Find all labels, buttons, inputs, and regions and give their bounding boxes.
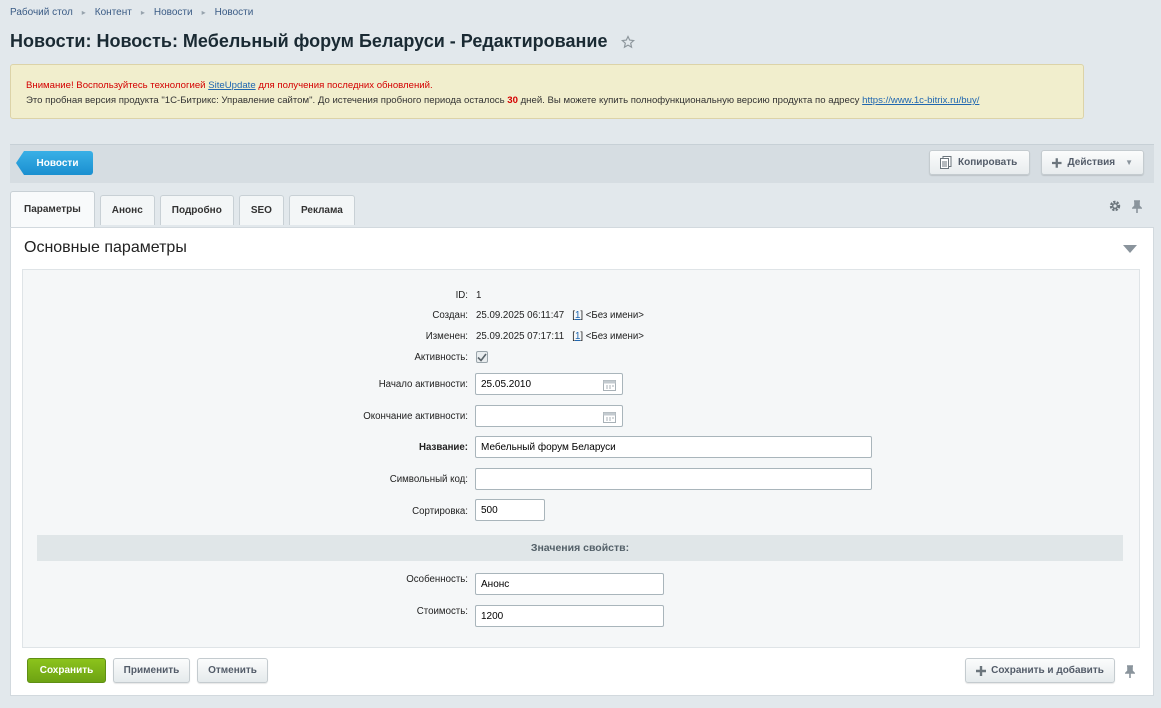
modified-value: 25.09.2025 07:17:11 [1] <Без имени> [476, 331, 644, 342]
tab-seo[interactable]: SEO [238, 195, 284, 225]
properties-header: Значения свойств: [37, 535, 1123, 561]
checkmark-icon [477, 353, 487, 362]
modified-user-name: <Без имени> [585, 331, 644, 342]
notice-trial-info: Это пробная версия продукта "1С-Битрикс:… [26, 93, 1083, 108]
breadcrumb-news-list[interactable]: Новости [215, 7, 254, 18]
feature-label: Особенность: [406, 574, 468, 585]
page-title: Новости: Новость: Мебельный форум Белару… [10, 31, 636, 52]
price-field[interactable]: 1200 [475, 605, 664, 627]
price-value: 1200 [481, 610, 504, 622]
page-title-text: Новости: Новость: Мебельный форум Белару… [10, 31, 608, 51]
name-field[interactable]: Мебельный форум Беларуси [475, 436, 872, 458]
created-date: 25.09.2025 06:11:47 [476, 310, 565, 321]
created-value: 25.09.2025 06:11:47 [1] <Без имени> [476, 310, 644, 321]
star-icon[interactable] [621, 34, 636, 49]
breadcrumb: Рабочий стол ▸ Контент ▸ Новости ▸ Новос… [10, 7, 253, 18]
actions-dropdown-button[interactable]: Действия ▼ [1041, 150, 1144, 175]
active-to-label: Окончание активности: [363, 411, 468, 422]
notice-info-text: Это пробная версия продукта "1С-Битрикс:… [26, 95, 508, 106]
breadcrumb-news-section[interactable]: Новости [154, 7, 193, 18]
breadcrumb-desktop[interactable]: Рабочий стол [10, 7, 73, 18]
copy-button[interactable]: Копировать [929, 150, 1030, 175]
tab-details[interactable]: Подробно [159, 195, 234, 225]
collapse-icon[interactable] [1123, 245, 1137, 253]
name-value: Мебельный форум Беларуси [481, 441, 616, 453]
feature-value: Анонс [481, 578, 510, 590]
price-label: Стоимость: [416, 606, 468, 617]
buy-link[interactable]: https://www.1c-bitrix.ru/buy/ [862, 95, 979, 106]
active-label: Активность: [414, 352, 468, 363]
back-to-news-button[interactable]: Новости [16, 151, 93, 175]
notice-warning: Внимание! Воспользуйтесь технологией Sit… [26, 78, 1083, 93]
breadcrumb-separator-icon: ▸ [81, 8, 86, 17]
section-title: Основные параметры [24, 239, 187, 256]
main-params-block: ID: 1 Создан: 25.09.2025 06:11:47 [1] <Б… [22, 269, 1140, 648]
trial-days: 30 [507, 95, 518, 106]
tab-parameters[interactable]: Параметры [10, 191, 95, 227]
active-checkbox[interactable] [476, 351, 488, 363]
modified-label: Изменен: [425, 331, 468, 342]
name-label: Название: [419, 442, 468, 453]
actions-button-label: Действия [1067, 157, 1116, 168]
notice-warning-text: Внимание! Воспользуйтесь технологией [26, 80, 209, 91]
created-label: Создан: [432, 310, 468, 321]
modified-user-link[interactable]: 1 [575, 331, 580, 342]
tab-ads[interactable]: Реклама [288, 195, 355, 225]
created-user-name: <Без имени> [585, 310, 644, 321]
notice-info-middle: дней. Вы можете купить полнофункциональн… [517, 95, 863, 106]
gear-icon[interactable] [1109, 200, 1121, 212]
cancel-button[interactable]: Отменить [197, 658, 268, 683]
edit-form-panel: Основные параметры ID: 1 Создан: 25.09.2… [10, 227, 1154, 696]
tab-tools [1109, 200, 1142, 213]
chevron-down-icon: ▼ [1125, 158, 1133, 167]
code-label: Символьный код: [389, 474, 468, 485]
copy-icon [940, 156, 952, 169]
created-user-link[interactable]: 1 [575, 310, 580, 321]
plus-icon [1052, 157, 1062, 168]
save-and-add-button[interactable]: Сохранить и добавить [965, 658, 1115, 683]
save-and-add-label: Сохранить и добавить [991, 665, 1104, 676]
active-from-value: 25.05.2010 [481, 378, 532, 390]
tab-announce[interactable]: Анонс [99, 195, 155, 225]
active-from-field[interactable]: 25.05.2010 [475, 373, 623, 395]
pin-icon[interactable] [1132, 200, 1142, 213]
pin-icon[interactable] [1125, 665, 1135, 678]
sort-field[interactable]: 500 [475, 499, 545, 521]
code-field[interactable] [475, 468, 872, 490]
feature-field[interactable]: Анонс [475, 573, 664, 595]
siteupdate-link[interactable]: SiteUpdate [208, 80, 255, 91]
tab-bar: Параметры Анонс Подробно SEO Реклама [10, 191, 360, 227]
sort-label: Сортировка: [412, 506, 468, 517]
save-button[interactable]: Сохранить [27, 658, 106, 683]
breadcrumb-separator-icon: ▸ [140, 8, 145, 17]
active-to-field[interactable] [475, 405, 623, 427]
calendar-icon[interactable] [603, 379, 616, 391]
calendar-icon[interactable] [603, 411, 616, 423]
notice-warning-suffix: для получения последних обновлений. [255, 80, 433, 91]
plus-icon [976, 665, 987, 676]
id-label: ID: [455, 290, 468, 301]
sort-value: 500 [481, 504, 498, 516]
copy-button-label: Копировать [958, 157, 1018, 168]
breadcrumb-separator-icon: ▸ [201, 8, 206, 17]
id-value: 1 [476, 290, 482, 301]
active-from-label: Начало активности: [378, 379, 468, 390]
apply-button[interactable]: Применить [113, 658, 190, 683]
update-notice: Внимание! Воспользуйтесь технологией Sit… [10, 64, 1084, 119]
modified-date: 25.09.2025 07:17:11 [476, 331, 565, 342]
breadcrumb-content[interactable]: Контент [95, 7, 132, 18]
